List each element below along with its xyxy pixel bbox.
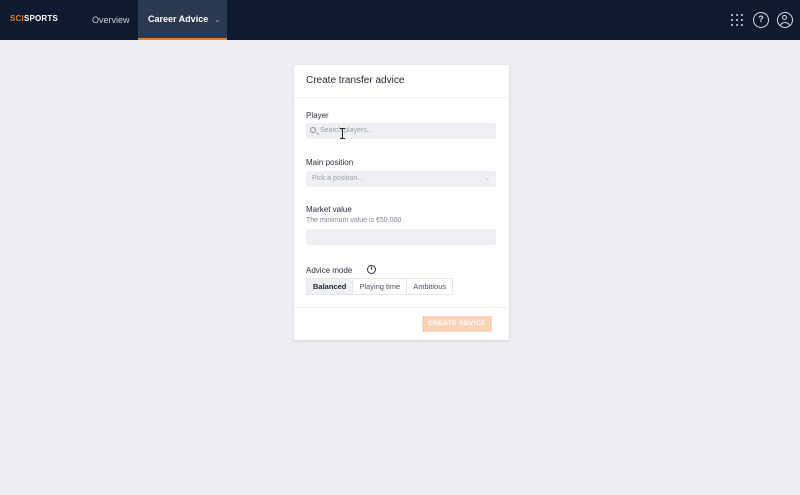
nav-tab-career-advice[interactable]: Career Advice ⌄ — [138, 0, 227, 40]
player-search-placeholder: Search players... — [320, 127, 373, 134]
text-cursor-icon — [340, 128, 345, 139]
player-label: Player — [306, 111, 329, 120]
mode-playing-time-button[interactable]: Playing time — [353, 279, 408, 294]
advice-mode-row: Advice mode i — [306, 265, 376, 275]
card-footer-divider — [294, 307, 509, 308]
player-search-input[interactable]: Search players... — [306, 123, 496, 139]
create-transfer-advice-card: Create transfer advice Player Search pla… — [294, 65, 509, 340]
market-value-helper: The minimum value is €50.000 — [306, 217, 402, 224]
mode-balanced-button[interactable]: Balanced — [307, 279, 354, 294]
advice-mode-toggle-group: Balanced Playing time Ambitious — [306, 278, 454, 295]
main-position-placeholder: Pick a position... — [312, 175, 363, 182]
help-icon[interactable]: ? — [753, 12, 769, 28]
chevron-down-icon: ⌄ — [484, 176, 490, 182]
user-account-icon[interactable] — [777, 12, 793, 28]
chevron-down-icon: ⌄ — [214, 17, 221, 24]
advice-mode-label: Advice mode — [306, 266, 353, 275]
main-position-select[interactable]: Pick a position... ⌄ — [306, 171, 496, 187]
market-value-input[interactable] — [306, 229, 496, 245]
info-icon[interactable]: i — [367, 265, 376, 274]
main-position-label: Main position — [306, 158, 354, 167]
create-advice-button[interactable]: CREATE ADVICE — [422, 316, 492, 332]
search-icon — [310, 127, 316, 133]
apps-grid-icon[interactable] — [729, 12, 745, 28]
nav-tab-overview-label: Overview — [92, 15, 130, 25]
logo-sports: SPORTS — [23, 14, 59, 23]
sci-sports-logo[interactable]: SCISPORTS — [10, 14, 58, 23]
mode-ambitious-button[interactable]: Ambitious — [407, 279, 452, 294]
nav-tab-career-advice-label: Career Advice — [148, 14, 209, 24]
market-value-label: Market value — [306, 205, 352, 214]
card-title: Create transfer advice — [306, 75, 405, 86]
top-navigation-bar: SCISPORTS Overview Career Advice ⌄ ? — [0, 0, 800, 40]
logo-sci: SCI — [10, 14, 24, 23]
nav-tab-overview[interactable]: Overview — [92, 0, 130, 40]
card-header-divider — [294, 97, 509, 98]
